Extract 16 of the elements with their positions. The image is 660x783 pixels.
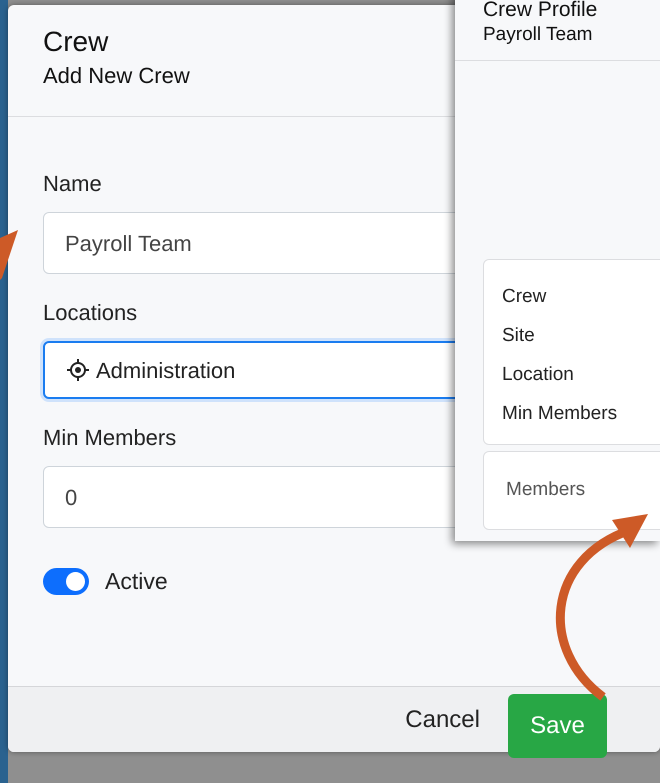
panel-subtitle: Payroll Team <box>483 23 592 48</box>
detail-label: Crew <box>502 285 548 310</box>
detail-label: Location <box>502 363 575 388</box>
cancel-button[interactable]: Cancel <box>399 700 486 738</box>
annotation-arrow <box>0 230 18 280</box>
detail-label: Min Members <box>502 402 618 426</box>
modal-title: Crew <box>43 25 108 59</box>
field-label: Min Members <box>43 424 178 452</box>
toggle-switch[interactable] <box>43 568 89 595</box>
modal-subtitle: Add New Crew <box>43 62 190 90</box>
switch-label: Active <box>105 567 168 596</box>
members-label: Members <box>506 478 586 502</box>
target-icon <box>66 358 90 382</box>
field-label: Name <box>43 170 103 198</box>
field-label: Locations <box>43 299 138 327</box>
panel-title: Crew Profile <box>483 0 598 22</box>
